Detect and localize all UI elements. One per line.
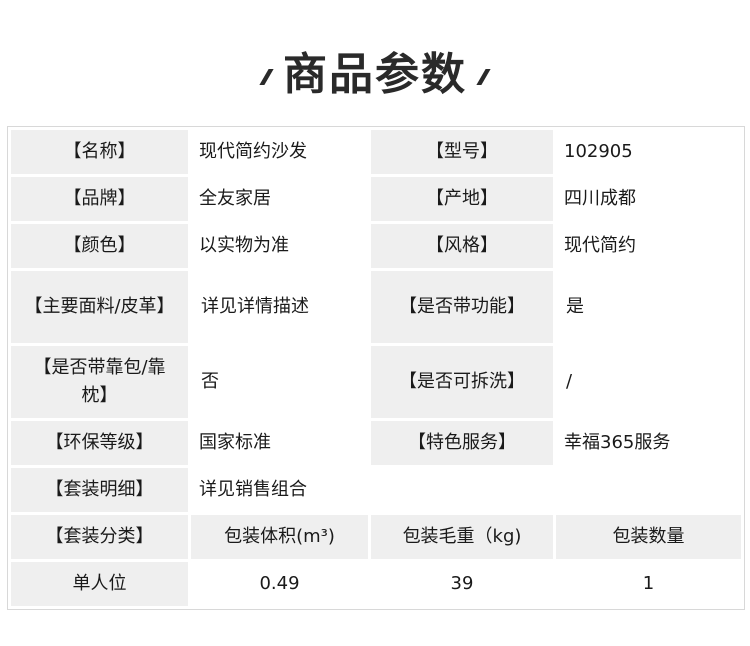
table-row: 【名称】 现代简约沙发 【型号】 102905 <box>11 130 741 174</box>
table-row: 【品牌】 全友家居 【产地】 四川成都 <box>11 177 741 221</box>
column-header: 包装体积(m³) <box>191 515 368 559</box>
param-value: 国家标准 <box>191 421 368 465</box>
param-value: 现代简约 <box>556 224 741 268</box>
package-volume: 0.49 <box>191 562 368 606</box>
table-header-row: 【套装分类】 包装体积(m³) 包装毛重（kg) 包装数量 <box>11 515 741 559</box>
title-area: 商品参数 <box>0 40 750 100</box>
param-value: 幸福365服务 <box>556 421 741 465</box>
param-value: / <box>556 346 741 418</box>
column-header: 包装数量 <box>556 515 741 559</box>
package-weight: 39 <box>371 562 553 606</box>
param-key: 【特色服务】 <box>371 421 553 465</box>
package-type: 单人位 <box>11 562 188 606</box>
param-value: 详见销售组合 <box>191 468 741 512</box>
param-key: 【品牌】 <box>11 177 188 221</box>
param-value: 是 <box>556 271 741 343</box>
param-key: 【套装明细】 <box>11 468 188 512</box>
param-key: 【环保等级】 <box>11 421 188 465</box>
table-row: 单人位 0.49 39 1 <box>11 562 741 606</box>
param-value: 现代简约沙发 <box>191 130 368 174</box>
table-row: 【套装明细】 详见销售组合 <box>11 468 741 512</box>
param-key: 【风格】 <box>371 224 553 268</box>
param-value: 以实物为准 <box>191 224 368 268</box>
param-value: 102905 <box>556 130 741 174</box>
table-row: 【环保等级】 国家标准 【特色服务】 幸福365服务 <box>11 421 741 465</box>
param-key: 【主要面料/皮革】 <box>11 271 188 343</box>
product-params-table: 【名称】 现代简约沙发 【型号】 102905 【品牌】 全友家居 【产地】 四… <box>7 126 745 610</box>
param-key: 【是否可拆洗】 <box>371 346 553 418</box>
page-title: 商品参数 <box>283 49 467 100</box>
title-left-mark <box>259 69 274 85</box>
column-header: 【套装分类】 <box>11 515 188 559</box>
table-row: 【是否带靠包/靠枕】 否 【是否可拆洗】 / <box>11 346 741 418</box>
title-right-mark <box>476 69 491 85</box>
table-row: 【主要面料/皮革】 详见详情描述 【是否带功能】 是 <box>11 271 741 343</box>
param-value: 否 <box>191 346 368 418</box>
param-key: 【颜色】 <box>11 224 188 268</box>
package-quantity: 1 <box>556 562 741 606</box>
param-key: 【名称】 <box>11 130 188 174</box>
column-header: 包装毛重（kg) <box>371 515 553 559</box>
table-row: 【颜色】 以实物为准 【风格】 现代简约 <box>11 224 741 268</box>
param-value: 详见详情描述 <box>191 271 368 343</box>
param-key: 【是否带靠包/靠枕】 <box>11 346 188 418</box>
param-key: 【型号】 <box>371 130 553 174</box>
param-key: 【产地】 <box>371 177 553 221</box>
param-value: 全友家居 <box>191 177 368 221</box>
param-key: 【是否带功能】 <box>371 271 553 343</box>
param-value: 四川成都 <box>556 177 741 221</box>
